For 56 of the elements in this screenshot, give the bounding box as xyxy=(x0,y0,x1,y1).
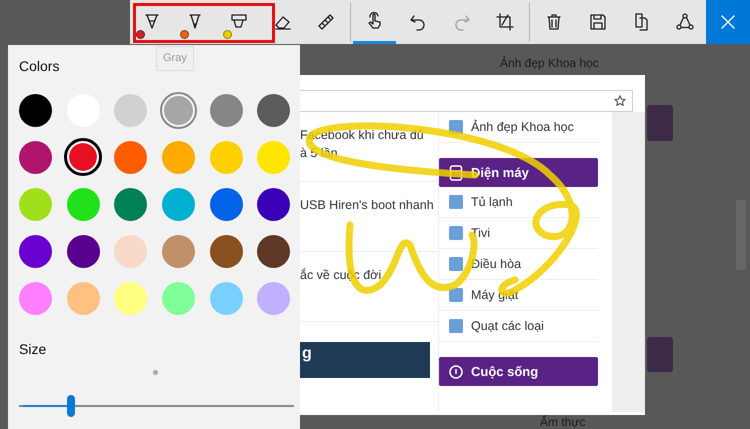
sidebar-item[interactable]: Tủ lạnh xyxy=(439,187,598,218)
thumbnail-icon xyxy=(449,257,463,271)
panel-title: Colors xyxy=(19,57,60,76)
sidebar-item[interactable]: Quạt các loại xyxy=(439,311,598,342)
header-bar xyxy=(647,105,673,141)
tooltip: Gray xyxy=(156,46,194,70)
color-swatch[interactable] xyxy=(210,94,243,126)
color-swatch[interactable] xyxy=(19,188,52,220)
color-swatch[interactable] xyxy=(257,94,290,126)
page-text: Ảnh đẹp Khoa học xyxy=(500,56,599,70)
color-swatch[interactable] xyxy=(162,234,196,268)
color-swatch[interactable] xyxy=(19,282,52,314)
color-swatch[interactable] xyxy=(19,94,52,126)
color-swatch[interactable] xyxy=(19,140,52,174)
fridge-icon xyxy=(449,165,463,182)
thumbnail-icon xyxy=(449,195,463,209)
color-swatch[interactable] xyxy=(210,188,243,220)
color-swatch[interactable] xyxy=(114,282,148,314)
category-header[interactable]: Cuộc sống xyxy=(439,357,598,386)
article-title[interactable]: USB Hiren's boot nhanh xyxy=(300,196,438,214)
sidebar-item[interactable]: Ảnh đẹp Khoa học xyxy=(439,112,598,143)
size-preview-dot xyxy=(153,370,158,375)
color-swatch[interactable] xyxy=(257,234,290,268)
color-swatch[interactable] xyxy=(66,234,100,268)
color-swatch[interactable] xyxy=(257,140,290,174)
color-swatch[interactable] xyxy=(257,282,290,314)
color-swatch[interactable] xyxy=(66,282,100,314)
sidebar-item[interactable]: Tivi xyxy=(439,218,598,249)
crop-icon xyxy=(495,12,516,32)
color-swatch[interactable] xyxy=(114,140,148,174)
color-swatch[interactable] xyxy=(114,234,148,268)
color-swatch[interactable] xyxy=(19,234,52,268)
color-swatch[interactable] xyxy=(162,282,196,314)
color-swatch[interactable] xyxy=(162,188,196,220)
share-icon xyxy=(674,12,695,32)
thumbnail-icon xyxy=(449,288,463,302)
color-swatch[interactable] xyxy=(160,92,198,128)
color-swatch[interactable] xyxy=(64,138,102,176)
color-swatch[interactable] xyxy=(210,282,243,314)
color-swatch[interactable] xyxy=(257,188,290,220)
color-swatch[interactable] xyxy=(210,234,243,268)
thumbnail-icon xyxy=(449,319,463,333)
color-swatch[interactable] xyxy=(210,140,243,174)
color-swatch[interactable] xyxy=(162,140,196,174)
circle-icon xyxy=(449,364,463,380)
slider-thumb[interactable] xyxy=(67,395,76,417)
color-swatch[interactable] xyxy=(114,188,148,220)
ruler-icon xyxy=(316,12,336,32)
thumbnail-icon xyxy=(449,226,463,240)
color-swatch[interactable] xyxy=(114,94,148,126)
color-swatch[interactable] xyxy=(66,188,100,220)
image-caption: g xyxy=(302,345,312,362)
size-label: Size xyxy=(19,340,48,359)
header-bar xyxy=(647,337,673,372)
page-text: Ẩm thực xyxy=(540,415,586,429)
star-icon[interactable] xyxy=(614,95,626,107)
